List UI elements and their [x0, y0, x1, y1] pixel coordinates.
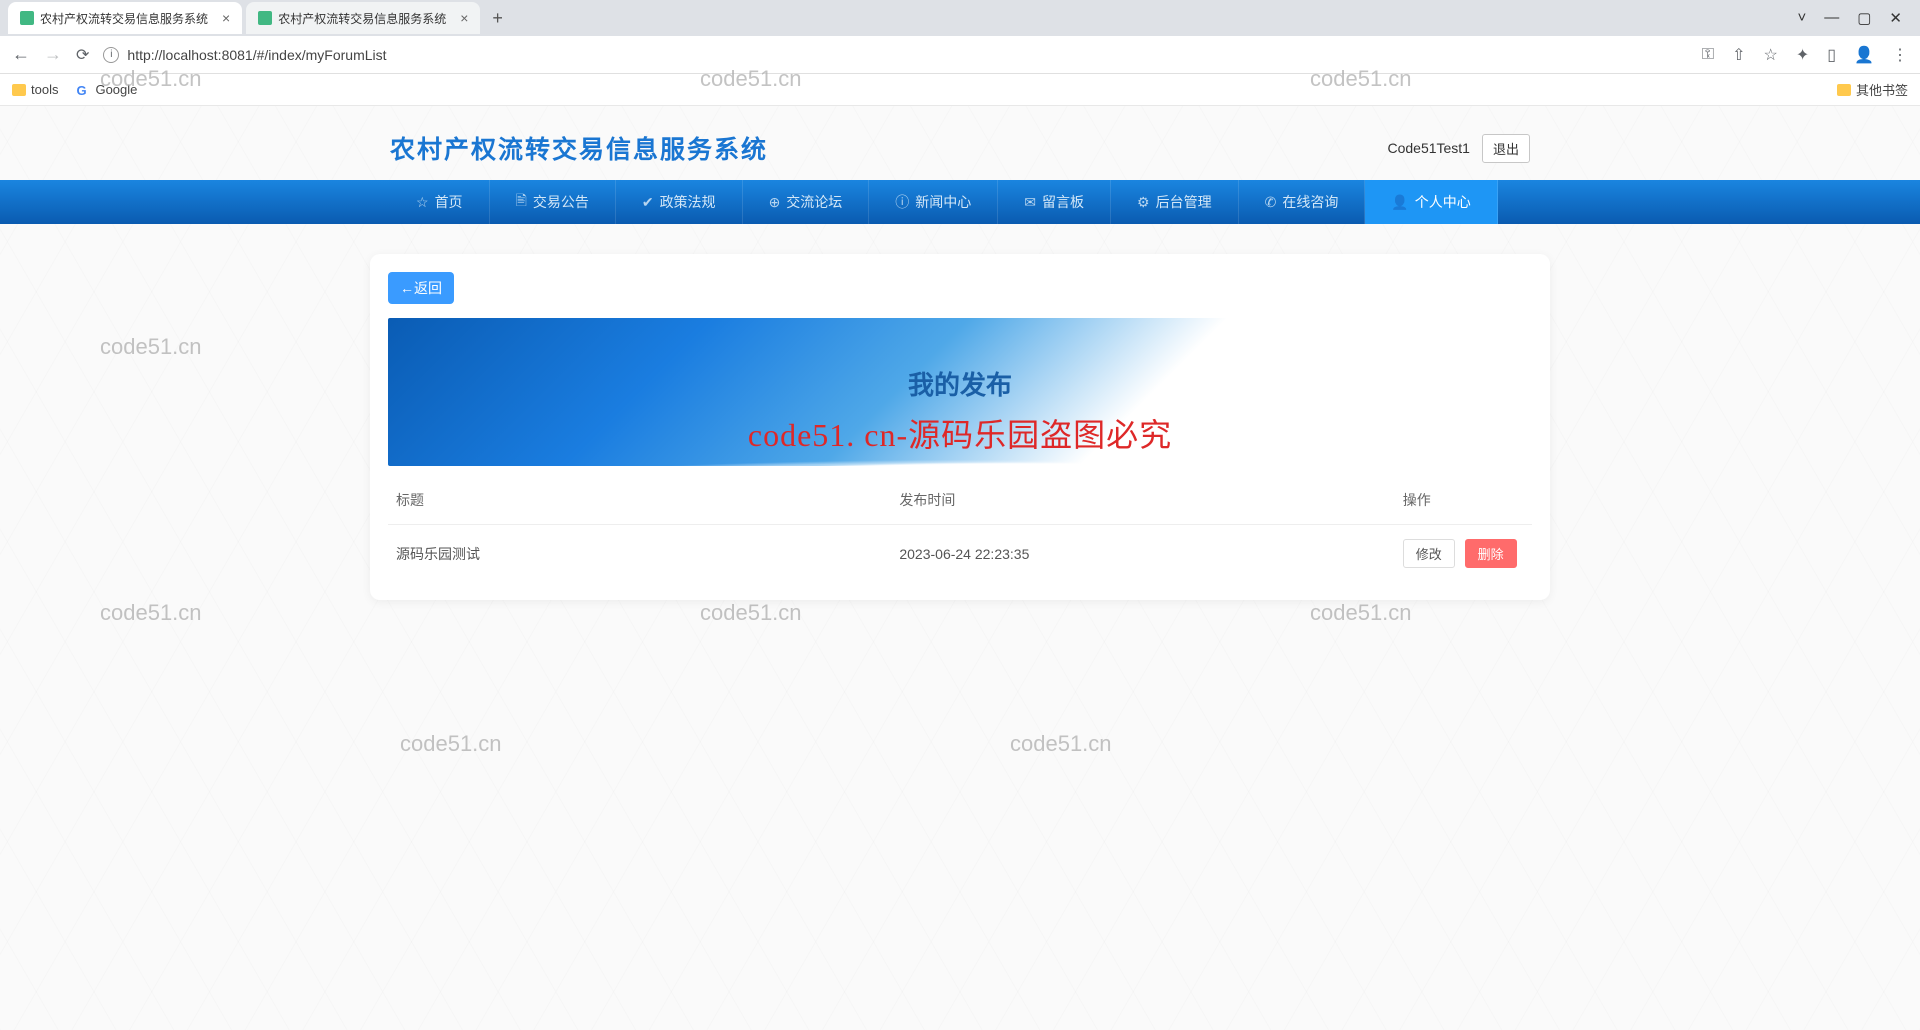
chevron-down-icon[interactable]: ˅ — [1797, 9, 1806, 27]
gear-icon: ⚙ — [1137, 194, 1150, 211]
posts-table: 标题 发布时间 操作 源码乐园测试 2023-06-24 22:23:35 修改… — [388, 476, 1532, 582]
bookmark-tools[interactable]: tools — [12, 82, 58, 97]
col-action: 操作 — [1395, 476, 1532, 525]
banner-title: 我的发布 — [908, 365, 1012, 402]
close-window-icon[interactable]: ✕ — [1889, 9, 1902, 27]
browser-tab[interactable]: 农村产权流转交易信息服务系统 × — [8, 2, 242, 34]
folder-icon — [12, 84, 26, 96]
user-icon: 👤 — [1391, 194, 1408, 211]
close-icon[interactable]: × — [222, 10, 230, 26]
minimize-icon[interactable]: — — [1824, 9, 1839, 27]
nav-admin[interactable]: ⚙后台管理 — [1111, 180, 1239, 224]
bookmark-google[interactable]: G Google — [76, 82, 137, 97]
vue-favicon-icon — [258, 11, 272, 25]
url-box[interactable]: i http://localhost:8081/#/index/myForumL… — [103, 47, 386, 63]
tab-title: 农村产权流转交易信息服务系统 — [278, 10, 446, 27]
nav-consult[interactable]: ✆在线咨询 — [1239, 180, 1366, 224]
content-card: ←返回 我的发布 code51. cn-源码乐园盗图必究 标题 发布时间 操作 … — [370, 254, 1550, 600]
page-header: 农村产权流转交易信息服务系统 Code51Test1 退出 — [0, 106, 1920, 180]
bookmark-bar: tools G Google 其他书签 — [0, 74, 1920, 106]
star-icon[interactable]: ☆ — [1764, 45, 1778, 65]
maximize-icon[interactable]: ▢ — [1857, 9, 1871, 27]
forward-icon[interactable]: → — [44, 44, 62, 65]
nav-policy[interactable]: ✔政策法规 — [616, 180, 743, 224]
tab-bar: 农村产权流转交易信息服务系统 × 农村产权流转交易信息服务系统 × + ˅ — … — [0, 0, 1920, 36]
vue-favicon-icon — [20, 11, 34, 25]
close-icon[interactable]: × — [460, 10, 468, 26]
new-tab-button[interactable]: + — [484, 8, 511, 29]
url-text: http://localhost:8081/#/index/myForumLis… — [127, 47, 386, 63]
user-area: Code51Test1 退出 — [1387, 134, 1530, 163]
bookmark-other[interactable]: 其他书签 — [1837, 80, 1908, 99]
address-bar-actions: ⚿ ⇧ ☆ ✦ ▯ 👤 ⋮ — [1702, 45, 1908, 65]
cell-title: 源码乐园测试 — [388, 525, 891, 583]
banner: 我的发布 code51. cn-源码乐园盗图必究 — [388, 318, 1532, 466]
menu-icon[interactable]: ⋮ — [1892, 45, 1908, 65]
edit-button[interactable]: 修改 — [1403, 539, 1455, 568]
reload-icon[interactable]: ⟳ — [76, 45, 89, 65]
nav-trade-notice[interactable]: 🖹交易公告 — [490, 180, 616, 224]
panel-icon[interactable]: ▯ — [1827, 45, 1836, 65]
browser-tab[interactable]: 农村产权流转交易信息服务系统 × — [246, 2, 480, 34]
back-button[interactable]: ←返回 — [388, 272, 454, 304]
main-nav: ☆首页 🖹交易公告 ✔政策法规 ⊕交流论坛 ⓘ新闻中心 ✉留言板 ⚙后台管理 ✆… — [0, 180, 1920, 224]
nav-forum[interactable]: ⊕交流论坛 — [743, 180, 870, 224]
browser-chrome: 农村产权流转交易信息服务系统 × 农村产权流转交易信息服务系统 × + ˅ — … — [0, 0, 1920, 106]
col-time: 发布时间 — [891, 476, 1394, 525]
page-body: code51.cn code51.cn code51.cn code51.cn … — [0, 106, 1920, 1030]
table-row: 源码乐园测试 2023-06-24 22:23:35 修改 删除 — [388, 525, 1532, 583]
extension-icon[interactable]: ✦ — [1796, 45, 1809, 65]
share-icon[interactable]: ⇧ — [1732, 45, 1745, 65]
info-icon[interactable]: i — [103, 47, 119, 63]
window-controls: ˅ — ▢ ✕ — [1797, 9, 1912, 27]
nav-home[interactable]: ☆首页 — [390, 180, 490, 224]
cell-time: 2023-06-24 22:23:35 — [891, 525, 1394, 583]
phone-icon: ✆ — [1265, 194, 1277, 211]
site-title: 农村产权流转交易信息服务系统 — [390, 130, 768, 166]
back-icon[interactable]: ← — [12, 44, 30, 65]
check-icon: ✔ — [642, 194, 654, 211]
tab-title: 农村产权流转交易信息服务系统 — [40, 10, 208, 27]
col-title: 标题 — [388, 476, 891, 525]
star-icon: ☆ — [416, 194, 429, 211]
google-icon: G — [76, 83, 90, 97]
delete-button[interactable]: 删除 — [1465, 539, 1517, 568]
folder-icon — [1837, 84, 1851, 96]
logout-button[interactable]: 退出 — [1482, 134, 1530, 163]
mail-icon: ✉ — [1024, 194, 1036, 211]
profile-icon[interactable]: 👤 — [1854, 45, 1874, 65]
info-icon: ⓘ — [895, 192, 909, 212]
username: Code51Test1 — [1387, 140, 1470, 156]
plus-icon: ⊕ — [769, 194, 781, 211]
cell-actions: 修改 删除 — [1395, 525, 1532, 583]
nav-user-center[interactable]: 👤个人中心 — [1365, 180, 1497, 224]
key-icon[interactable]: ⚿ — [1702, 46, 1714, 64]
address-bar: ← → ⟳ i http://localhost:8081/#/index/my… — [0, 36, 1920, 74]
nav-news[interactable]: ⓘ新闻中心 — [869, 180, 998, 224]
watermark-overlay-text: code51. cn-源码乐园盗图必究 — [748, 410, 1172, 456]
nav-message[interactable]: ✉留言板 — [998, 180, 1111, 224]
doc-icon: 🖹 — [516, 190, 527, 214]
